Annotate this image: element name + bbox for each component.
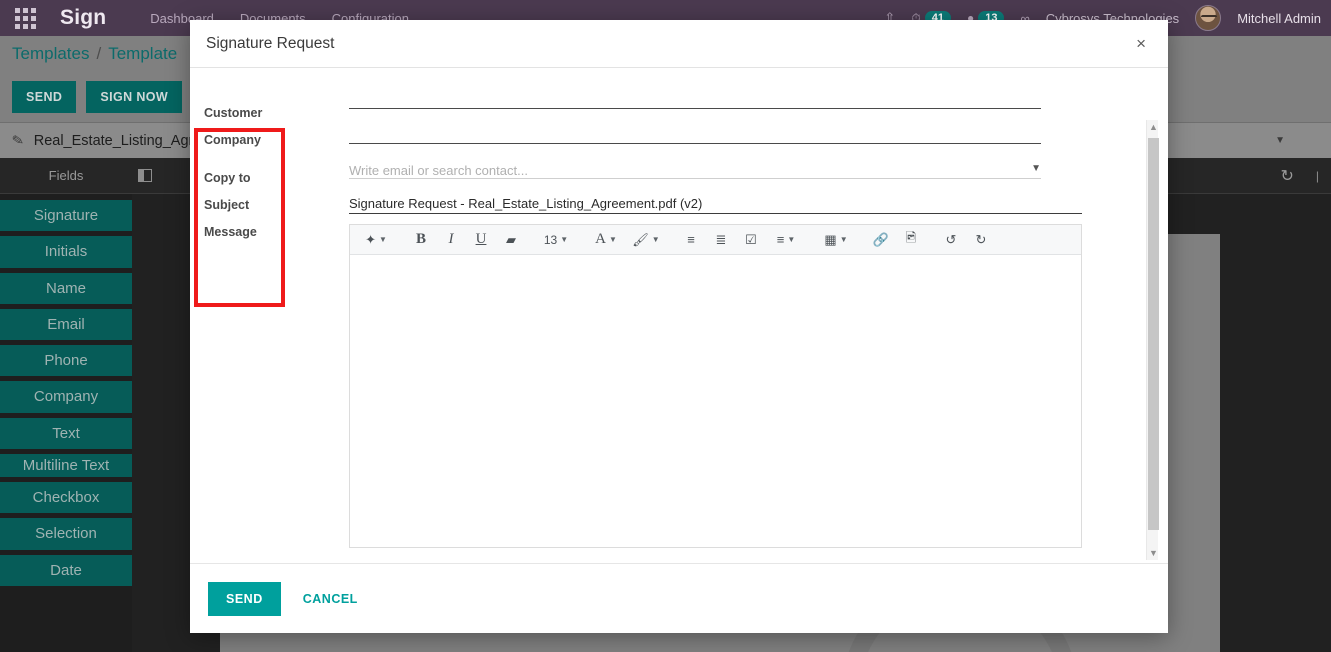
options-caret-icon[interactable]: |	[1316, 169, 1319, 183]
form-labels: Customer Company Copy to Subject Message	[204, 82, 281, 563]
align-left-icon[interactable]: ≡ ▼	[766, 225, 806, 255]
label-company: Company	[204, 133, 261, 147]
bold-button[interactable]: B	[406, 225, 436, 255]
copy-to-placeholder: Write email or search contact...	[349, 163, 528, 178]
image-icon[interactable]: 🖻	[896, 225, 926, 255]
scroll-down-icon[interactable]: ▼	[1149, 548, 1158, 558]
eraser-icon[interactable]: ▰	[496, 225, 526, 255]
field-phone[interactable]: Phone	[0, 345, 132, 377]
breadcrumb-separator: /	[96, 44, 102, 63]
checklist-icon[interactable]: ☑	[736, 225, 766, 255]
field-initials[interactable]: Initials	[0, 236, 132, 268]
font-size-value: 13	[543, 232, 558, 247]
chevron-down-icon[interactable]: ▼	[1031, 163, 1041, 174]
sign-now-button[interactable]: SIGN NOW	[86, 81, 183, 113]
field-multiline-text[interactable]: Multiline Text	[0, 453, 132, 477]
fields-panel-title: Fields	[48, 168, 84, 183]
dialog-body: Customer Company Copy to Subject Message…	[190, 68, 1168, 563]
field-company[interactable]: Company	[0, 381, 132, 413]
field-checkbox[interactable]: Checkbox	[0, 482, 132, 514]
field-text[interactable]: Text	[0, 417, 132, 449]
scroll-up-icon[interactable]: ▲	[1149, 122, 1158, 132]
dialog-title: Signature Request	[206, 34, 335, 52]
fields-panel: Signature Initials Name Email Phone Comp…	[0, 194, 132, 652]
avatar[interactable]	[1195, 5, 1222, 31]
label-subject: Subject	[204, 198, 250, 212]
undo-icon[interactable]: ↺	[936, 225, 966, 255]
app-brand[interactable]: Sign	[60, 6, 106, 30]
font-size-select[interactable]: 13 ▼	[536, 225, 576, 255]
subject-input[interactable]: Signature Request - Real_Estate_Listing_…	[349, 187, 1082, 214]
numbered-list-icon[interactable]: ≣	[706, 225, 736, 255]
user-name[interactable]: Mitchell Admin	[1237, 11, 1321, 26]
dialog-footer: SEND CANCEL	[190, 563, 1168, 633]
link-chain-icon[interactable]: 🔗	[866, 225, 896, 255]
editor-toolbar: ✦ ▼ B I U ▰ 13 ▼ A ▼ 🖌 ▼ ≡ ≣ ☑ ≡ ▼ ▦ ▼ 🔗…	[350, 225, 1081, 255]
field-email[interactable]: Email	[0, 308, 132, 340]
label-copy-to: Copy to	[204, 171, 251, 185]
subject-value: Signature Request - Real_Estate_Listing_…	[349, 196, 703, 211]
close-icon[interactable]: ×	[1130, 31, 1152, 56]
paint-brush-icon[interactable]: 🖌 ▼	[626, 225, 666, 255]
refresh-icon[interactable]: ↻	[1280, 166, 1293, 186]
breadcrumb-current: Template	[108, 44, 178, 63]
label-message: Message	[204, 225, 257, 239]
field-date[interactable]: Date	[0, 554, 132, 586]
form-fields: Write email or search contact... ▼ Signa…	[349, 82, 1082, 563]
label-customer: Customer	[204, 106, 263, 120]
company-input[interactable]	[349, 117, 1041, 144]
send-button-bg[interactable]: SEND	[12, 81, 77, 113]
bullet-list-icon[interactable]: ≡	[676, 225, 706, 255]
message-editor: ✦ ▼ B I U ▰ 13 ▼ A ▼ 🖌 ▼ ≡ ≣ ☑ ≡ ▼ ▦ ▼ 🔗…	[349, 224, 1082, 548]
toggle-panel-icon[interactable]	[138, 169, 152, 182]
table-icon[interactable]: ▦ ▼	[816, 225, 856, 255]
send-button[interactable]: SEND	[208, 581, 281, 616]
field-selection[interactable]: Selection	[0, 518, 132, 550]
chevron-down-icon[interactable]: ▼	[1275, 135, 1285, 146]
italic-button[interactable]: I	[436, 225, 466, 255]
magic-wand-icon[interactable]: ✦ ▼	[356, 225, 396, 255]
scrollbar-thumb[interactable]	[1148, 138, 1159, 530]
cancel-button[interactable]: CANCEL	[295, 584, 366, 614]
breadcrumb-root[interactable]: Templates	[12, 44, 89, 64]
signature-request-dialog: Signature Request × Customer Company Cop…	[190, 20, 1168, 633]
underline-button[interactable]: U	[466, 225, 496, 255]
pencil-icon[interactable]: ✎	[11, 131, 26, 150]
dialog-scrollbar[interactable]: ▲ ▼	[1146, 120, 1159, 560]
field-name[interactable]: Name	[0, 272, 132, 304]
redo-icon[interactable]: ↻	[966, 225, 996, 255]
message-body[interactable]	[350, 255, 1081, 547]
app-root: Sign Dashboard Documents Configuration ⇧…	[0, 0, 1331, 652]
apps-grid-icon[interactable]	[8, 7, 42, 29]
font-color-button[interactable]: A ▼	[586, 225, 626, 255]
field-signature[interactable]: Signature	[0, 200, 132, 232]
copy-to-input[interactable]: Write email or search contact... ▼	[349, 152, 1041, 179]
dialog-header: Signature Request ×	[190, 20, 1168, 68]
customer-input[interactable]	[349, 82, 1041, 109]
